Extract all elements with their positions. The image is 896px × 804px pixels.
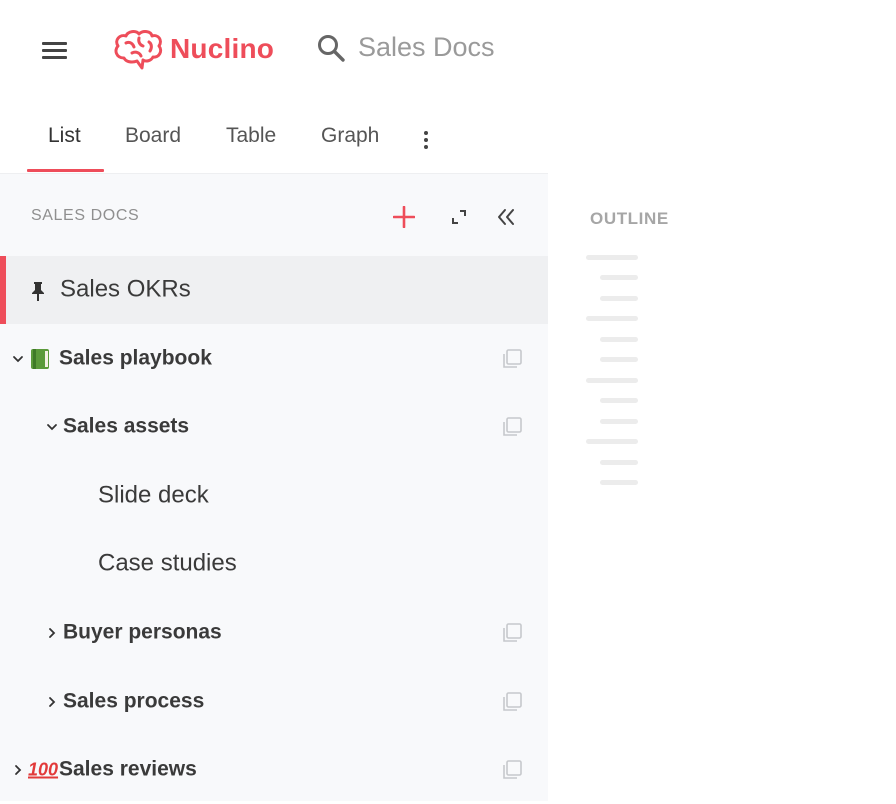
outline-line [586,316,638,321]
tree-item-sales-assets[interactable]: Sales assets [0,393,548,461]
brain-logo-icon [114,30,163,70]
double-chevron-left-icon[interactable] [496,208,516,226]
vertical-dots-icon[interactable] [420,130,432,150]
tree-item-label: Sales assets [63,414,190,438]
outline-line [600,398,638,403]
sidebar-title: SALES DOCS [31,207,140,224]
outline-line [600,480,638,485]
copy-icon[interactable] [501,416,523,438]
outline-line [600,337,638,342]
sidebar: SALES DOCS Sales OKRs Sales playbook Sal… [0,173,548,801]
green-book-emoji [31,349,49,369]
tab-list[interactable]: List [48,124,81,148]
copy-icon[interactable] [501,348,523,370]
pin-icon [32,282,44,301]
selection-indicator [0,256,6,324]
chevron-right-icon[interactable] [46,627,58,639]
outline-line [600,275,638,280]
app-header: Nuclino Sales Docs [0,0,896,100]
active-tab-indicator [27,169,104,172]
copy-icon[interactable] [501,622,523,644]
outline-line [586,378,638,383]
copy-icon[interactable] [501,691,523,713]
search-icon [318,34,345,62]
tab-graph[interactable]: Graph [321,124,379,148]
view-tabs: List Board Table Graph [0,112,896,172]
outline-line [586,439,638,444]
tree-item-label: Case studies [98,549,237,577]
search-text: Sales Docs [358,32,495,62]
expand-icon[interactable] [451,209,467,225]
outline-title: OUTLINE [590,209,669,228]
chevron-down-icon[interactable] [12,353,24,365]
tree-item-slide-deck[interactable]: Slide deck [0,462,548,530]
tree-item-label: Buyer personas [63,620,222,644]
copy-icon[interactable] [501,759,523,781]
sidebar-header: SALES DOCS [0,174,548,254]
tree-item-buyer-personas[interactable]: Buyer personas [0,599,548,667]
chevron-down-icon[interactable] [46,421,58,433]
chevron-right-icon[interactable] [46,696,58,708]
hundred-points-emoji: 100 [28,759,59,780]
tree-item-label: Sales reviews [59,757,197,781]
outline-line [600,357,638,362]
app-logo[interactable]: Nuclino [112,28,274,70]
tree-item-sales-playbook[interactable]: Sales playbook [0,325,548,393]
tree-item-label: Sales process [63,689,205,713]
tree-item-label: Sales OKRs [60,275,191,303]
outline-line [600,419,638,424]
tree-item-label: Sales playbook [59,346,212,370]
outline-line [586,255,638,260]
tab-board[interactable]: Board [125,124,181,148]
chevron-right-icon[interactable] [12,764,24,776]
search-field[interactable]: Sales Docs [316,32,495,63]
app-name: Nuclino [170,33,275,64]
tree-item-sales-reviews[interactable]: 100 Sales reviews [0,736,548,804]
tree-item-sales-process[interactable]: Sales process [0,668,548,736]
outline-line [600,296,638,301]
hamburger-menu-icon[interactable] [42,40,68,60]
plus-icon[interactable] [393,206,415,228]
tree-item-label: Slide deck [98,481,209,509]
outline-line [600,460,638,465]
tree-item-case-studies[interactable]: Case studies [0,530,548,598]
tree-item-sales-okrs[interactable]: Sales OKRs [0,256,548,324]
tab-table[interactable]: Table [226,124,276,148]
